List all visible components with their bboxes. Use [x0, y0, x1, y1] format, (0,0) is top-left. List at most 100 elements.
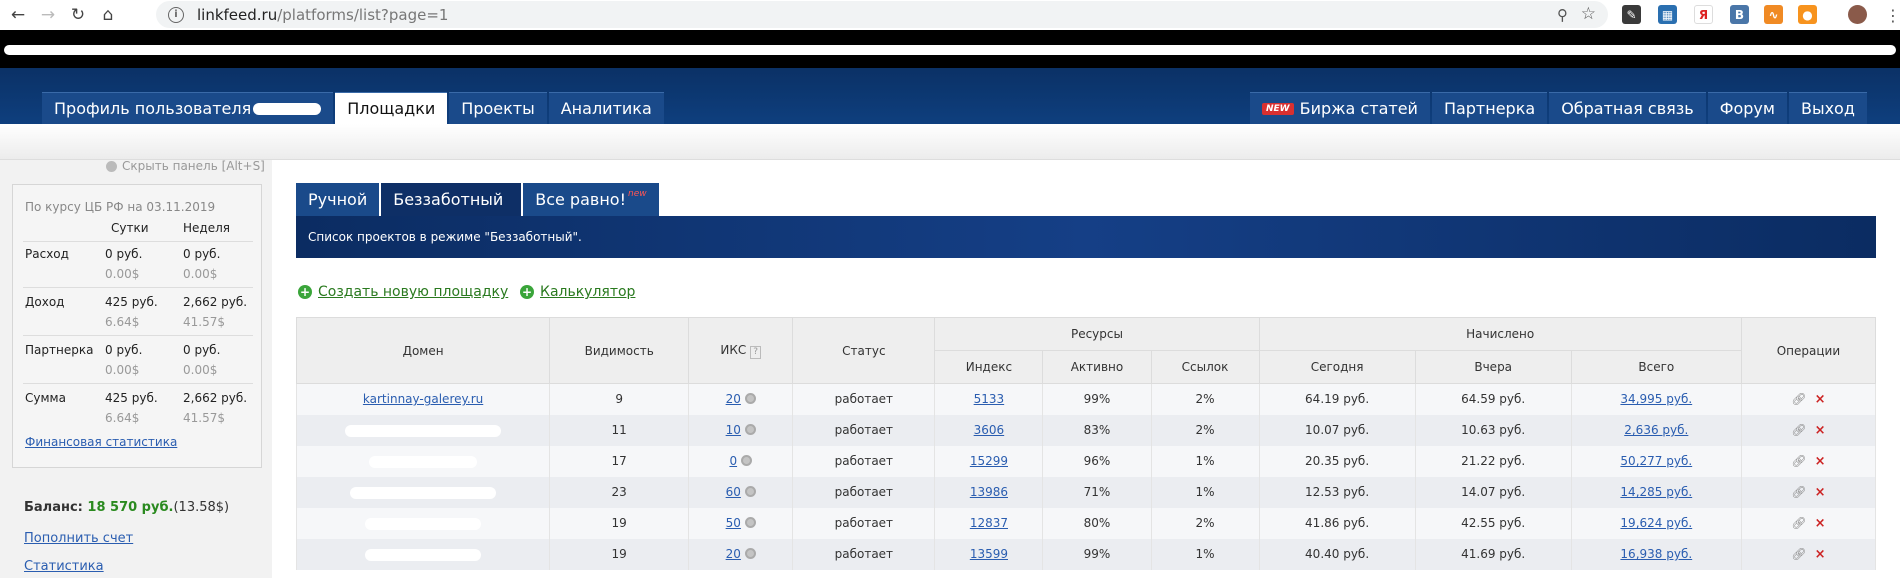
- create-platform-link[interactable]: + Создать новую площадку: [298, 284, 508, 300]
- calculator-link[interactable]: + Калькулятор: [520, 284, 635, 300]
- col-today[interactable]: Сегодня: [1258, 350, 1416, 384]
- main-menu-left: Профиль пользователя Площадки Проекты Ан…: [42, 92, 666, 124]
- platforms-table: Домен Видимость ИКС ? Статус Ресурсы Нач…: [295, 317, 1877, 570]
- link-icon[interactable]: 🔗︎: [1791, 392, 1806, 406]
- col-total[interactable]: Всего: [1570, 350, 1742, 384]
- url-text[interactable]: linkfeed.ru/platforms/list?page=1: [197, 6, 448, 24]
- col-index[interactable]: Индекс: [934, 350, 1044, 384]
- domain-link[interactable]: kartinnay-galerey.ru: [363, 392, 483, 406]
- statistics-link[interactable]: Статистика: [24, 559, 104, 574]
- delete-icon[interactable]: ×: [1815, 547, 1826, 562]
- new-badge: NEW: [1262, 102, 1294, 115]
- info-icon[interactable]: i: [168, 6, 184, 23]
- col-visibility[interactable]: Видимость: [549, 317, 690, 384]
- table-row: 19 20 работает 13599 99% 1% 40.40 руб. 4…: [295, 538, 1877, 570]
- delete-icon[interactable]: ×: [1815, 423, 1826, 438]
- delete-icon[interactable]: ×: [1815, 454, 1826, 469]
- back-arrow-icon[interactable]: ←: [6, 3, 30, 27]
- col-status[interactable]: Статус: [792, 317, 936, 384]
- link-icon[interactable]: 🔗︎: [1791, 547, 1806, 561]
- col-operations: Операции: [1740, 317, 1877, 384]
- index-link[interactable]: 3606: [974, 423, 1005, 437]
- menu-icon[interactable]: ⋮: [1885, 6, 1900, 25]
- forward-arrow-icon[interactable]: →: [36, 3, 60, 27]
- menu-feedback[interactable]: Обратная связь: [1549, 92, 1706, 124]
- address-bar[interactable]: i linkfeed.ru/platforms/list?page=1 ⚲ ☆: [156, 1, 1608, 28]
- reload-icon[interactable]: ↻: [66, 3, 90, 27]
- link-icon[interactable]: 🔗︎: [1791, 516, 1806, 530]
- gear-icon[interactable]: [744, 393, 756, 405]
- menu-articles[interactable]: NEW Биржа статей: [1250, 92, 1430, 124]
- index-link[interactable]: 5133: [974, 392, 1005, 406]
- star-icon[interactable]: ☆: [1581, 4, 1596, 24]
- link-icon[interactable]: 🔗︎: [1791, 485, 1806, 499]
- home-icon[interactable]: ⌂: [96, 3, 120, 27]
- index-link[interactable]: 15299: [970, 454, 1008, 468]
- extension-icon[interactable]: ✎: [1622, 5, 1641, 24]
- link-icon[interactable]: 🔗︎: [1791, 454, 1806, 468]
- menu-platforms[interactable]: Площадки: [335, 92, 448, 124]
- index-link[interactable]: 13986: [970, 485, 1008, 499]
- menu-projects[interactable]: Проекты: [449, 92, 547, 124]
- total-link[interactable]: 34,995 руб.: [1620, 392, 1692, 406]
- menu-forum[interactable]: Форум: [1707, 92, 1787, 124]
- col-iks[interactable]: ИКС ?: [688, 317, 794, 384]
- ok-extension-icon[interactable]: ●: [1798, 5, 1817, 24]
- menu-analytics[interactable]: Аналитика: [548, 92, 664, 124]
- tab-carefree[interactable]: Беззаботный: [381, 183, 522, 216]
- key-icon[interactable]: ⚲: [1557, 6, 1568, 24]
- total-link[interactable]: 50,277 руб.: [1620, 454, 1692, 468]
- bookmarks-redacted: [4, 45, 1896, 55]
- rss-extension-icon[interactable]: ∿: [1764, 5, 1783, 24]
- iks-link[interactable]: 60: [726, 485, 741, 499]
- mode-banner: Список проектов в режиме "Беззаботный".: [296, 216, 1876, 258]
- index-link[interactable]: 12837: [970, 516, 1008, 530]
- delete-icon[interactable]: ×: [1815, 392, 1826, 407]
- delete-icon[interactable]: ×: [1815, 485, 1826, 500]
- gear-icon[interactable]: [744, 548, 756, 559]
- new-badge: new: [627, 188, 647, 199]
- vk-extension-icon[interactable]: B: [1730, 5, 1749, 24]
- redacted-domain[interactable]: [365, 548, 482, 561]
- col-domain[interactable]: Домен: [295, 317, 551, 384]
- total-link[interactable]: 16,938 руб.: [1620, 547, 1692, 561]
- financial-stats-link[interactable]: Финансовая статистика: [25, 435, 177, 449]
- index-link[interactable]: 13599: [970, 547, 1008, 561]
- tab-whatever[interactable]: Все равно! new: [523, 183, 659, 216]
- col-group-accrued: Начислено: [1258, 317, 1742, 351]
- grid-extension-icon[interactable]: ▦: [1658, 5, 1677, 24]
- help-icon[interactable]: ?: [750, 345, 762, 359]
- mode-tabs: Ручной Беззаботный Все равно! new: [296, 183, 661, 216]
- gear-icon[interactable]: [744, 486, 756, 497]
- iks-link[interactable]: 10: [726, 423, 741, 437]
- col-yesterday[interactable]: Вчера: [1414, 350, 1572, 384]
- finance-stats-box: По курсу ЦБ РФ на 03.11.2019 Сутки Недел…: [12, 184, 262, 468]
- redacted-domain[interactable]: [369, 455, 478, 468]
- yandex-extension-icon[interactable]: Я: [1694, 5, 1713, 24]
- menu-profile[interactable]: Профиль пользователя: [42, 92, 334, 124]
- delete-icon[interactable]: ×: [1815, 516, 1826, 531]
- redacted-domain[interactable]: [350, 486, 497, 499]
- redacted-domain[interactable]: [345, 424, 502, 437]
- total-link[interactable]: 19,624 руб.: [1620, 516, 1692, 530]
- iks-link[interactable]: 20: [726, 392, 741, 406]
- iks-link[interactable]: 0: [729, 454, 737, 468]
- avatar[interactable]: [1848, 5, 1867, 24]
- table-row: 19 50 работает 12837 80% 2% 41.86 руб. 4…: [295, 507, 1877, 539]
- top-up-link[interactable]: Пополнить счет: [24, 531, 133, 546]
- menu-logout[interactable]: Выход: [1788, 92, 1867, 124]
- menu-partner[interactable]: Партнерка: [1431, 92, 1548, 124]
- gear-icon[interactable]: [741, 455, 753, 466]
- total-link[interactable]: 2,636 руб.: [1624, 423, 1688, 437]
- total-link[interactable]: 14,285 руб.: [1620, 485, 1692, 499]
- link-icon[interactable]: 🔗︎: [1791, 423, 1806, 437]
- col-active[interactable]: Активно: [1042, 350, 1152, 384]
- gear-icon[interactable]: [744, 517, 756, 528]
- col-links[interactable]: Ссылок: [1150, 350, 1260, 384]
- hide-panel-link[interactable]: Скрыть панель [Alt+S]: [106, 159, 265, 173]
- gear-icon[interactable]: [744, 424, 756, 435]
- iks-link[interactable]: 50: [726, 516, 741, 530]
- tab-manual[interactable]: Ручной: [296, 183, 380, 216]
- redacted-domain[interactable]: [365, 517, 482, 530]
- iks-link[interactable]: 20: [726, 547, 741, 561]
